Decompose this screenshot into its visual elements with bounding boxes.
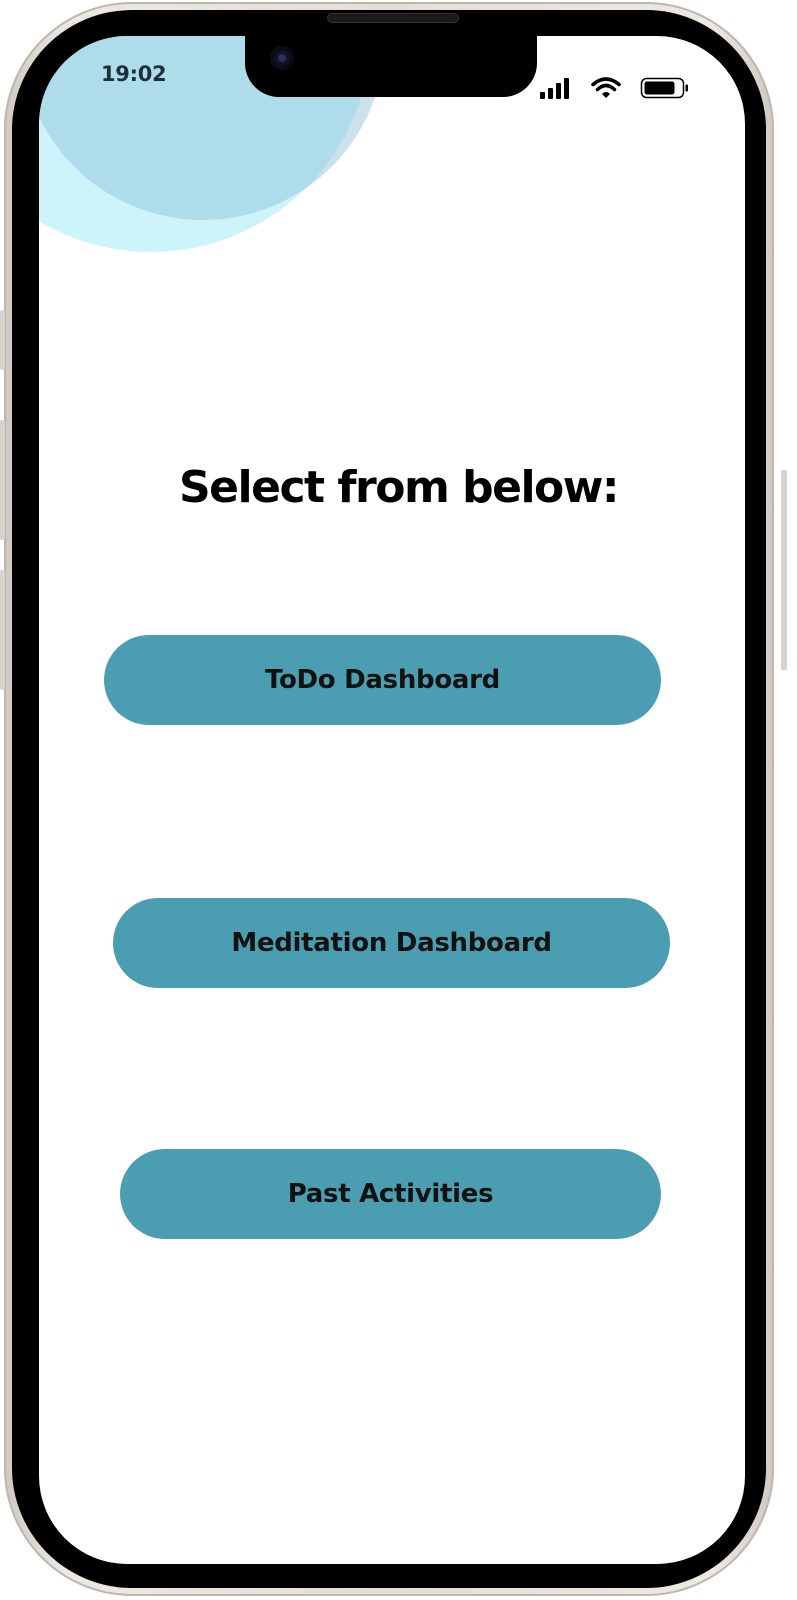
status-bar-time: 19:02 [101,62,167,86]
front-camera [270,46,294,70]
meditation-dashboard-button-label: Meditation Dashboard [231,928,552,958]
battery-icon [640,77,688,99]
status-bar-icons [540,76,690,100]
mute-switch [0,310,5,370]
volume-down-button [0,570,5,690]
meditation-dashboard-button[interactable]: Meditation Dashboard [113,898,670,988]
past-activities-button-label: Past Activities [287,1179,494,1209]
cellular-signal-icon [540,78,569,99]
past-activities-button[interactable]: Past Activities [120,1149,661,1239]
todo-dashboard-button-label: ToDo Dashboard [264,665,500,695]
page-title: Select from below: [178,462,620,513]
earpiece-speaker [328,14,458,22]
app-screen [39,36,745,1564]
wifi-icon [591,77,621,98]
todo-dashboard-button[interactable]: ToDo Dashboard [104,635,661,725]
status-icons-svg [540,77,688,99]
